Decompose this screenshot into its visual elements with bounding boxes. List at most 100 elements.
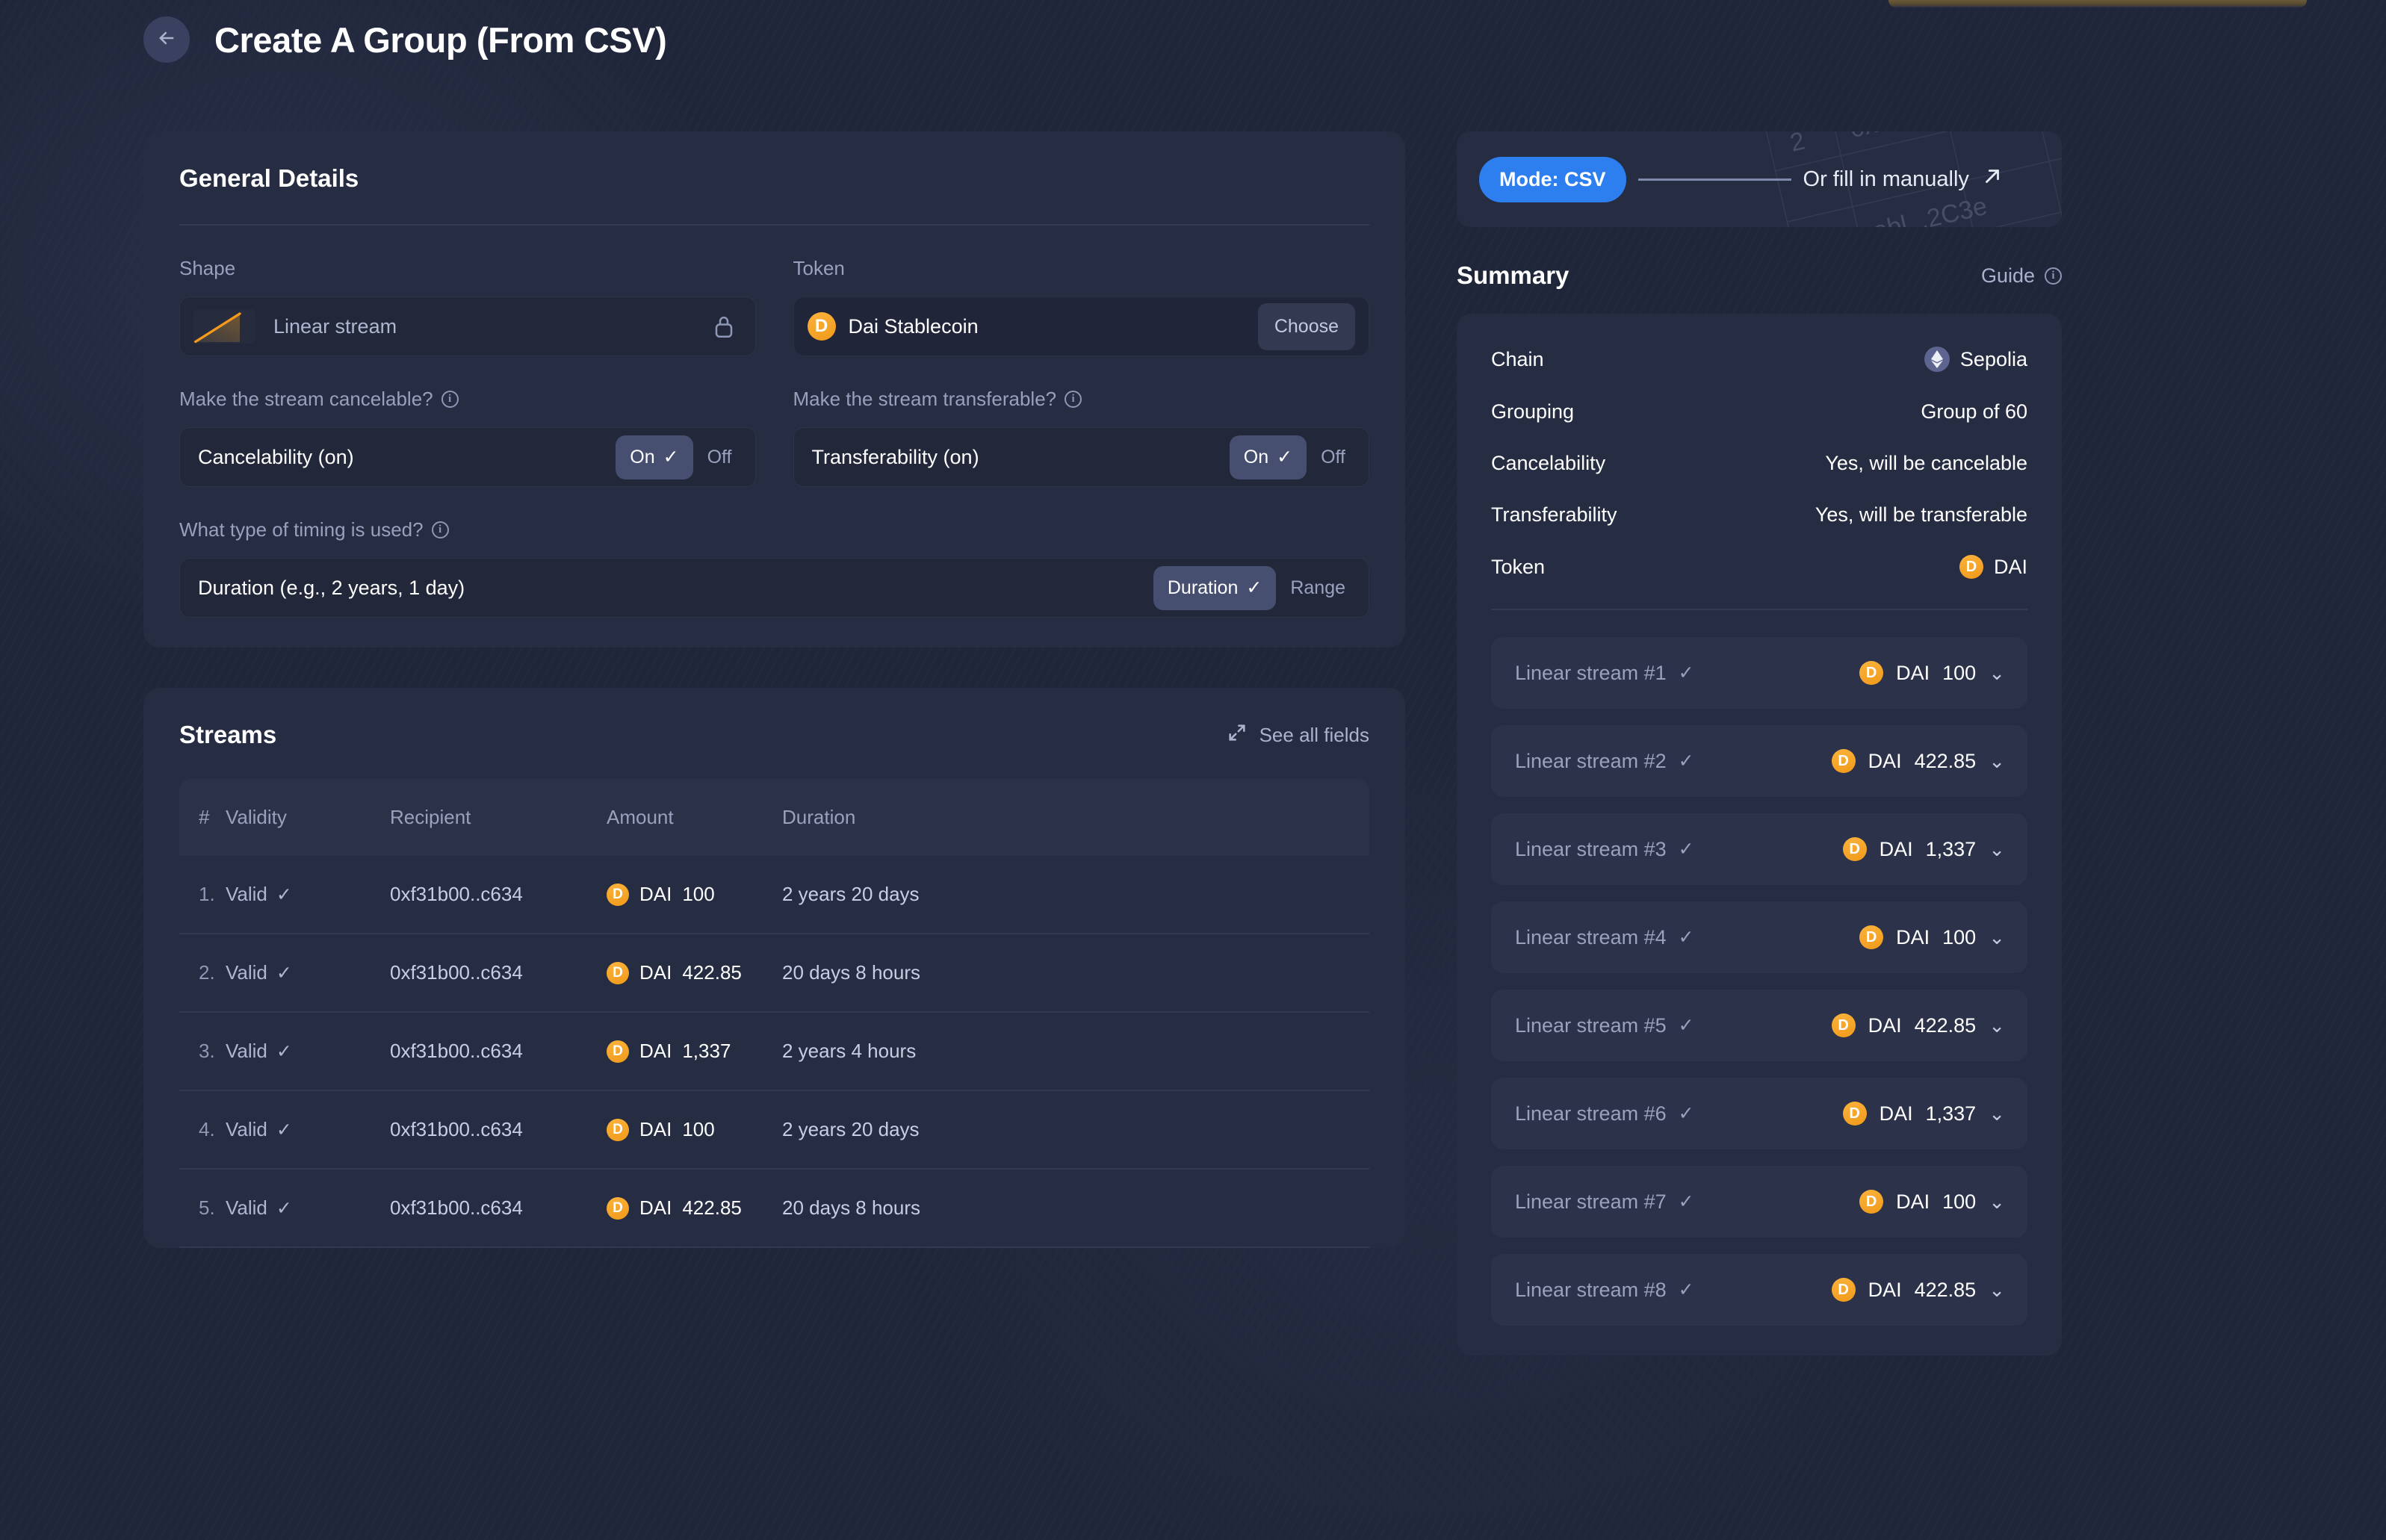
timing-range-label: Range xyxy=(1290,577,1345,598)
amount-value: 1,337 xyxy=(682,1040,731,1062)
table-row[interactable]: 5. Valid ✓ 0xf31b00..c634 D DAI 422.85 20 days … xyxy=(179,1169,1369,1248)
cancelable-control: Cancelability (on) On ✓ Off xyxy=(179,427,756,487)
summary-stream-item[interactable]: Linear stream #6 ✓ D DAI 1,337 ⌄ xyxy=(1491,1078,2027,1149)
summary-stream-item[interactable]: Linear stream #1 ✓ D DAI 100 ⌄ xyxy=(1491,637,2027,709)
row-amount: D DAI 100 xyxy=(607,856,782,934)
summary-stream-item[interactable]: Linear stream #5 ✓ D DAI 422.85 ⌄ xyxy=(1491,990,2027,1061)
timing-control: Duration (e.g., 2 years, 1 day) Duration… xyxy=(179,558,1369,618)
stream-item-label: Linear stream #5 xyxy=(1515,1013,1667,1037)
amount-value: 422.85 xyxy=(682,1196,742,1219)
stream-item-token: DAI xyxy=(1868,749,1902,772)
summary-stream-item[interactable]: Linear stream #3 ✓ D DAI 1,337 ⌄ xyxy=(1491,813,2027,885)
summary-value: Sepolia xyxy=(1924,347,2027,372)
transferable-control: Transferability (on) On ✓ Off xyxy=(793,427,1369,487)
stream-item-label: Linear stream #4 xyxy=(1515,925,1667,948)
transferable-off-option[interactable]: Off xyxy=(1307,435,1360,479)
stream-item-token: DAI xyxy=(1879,837,1913,860)
chevron-down-icon[interactable]: ⌄ xyxy=(1989,751,2005,771)
stream-item-label: Linear stream #8 xyxy=(1515,1278,1667,1301)
shape-input[interactable]: Linear stream xyxy=(179,296,756,356)
summary-title: Summary xyxy=(1457,261,1570,289)
timing-field: What type of timing is used? i Duration … xyxy=(179,518,1369,618)
col-recipient: Recipient xyxy=(390,779,607,856)
stream-item-token: DAI xyxy=(1868,1278,1902,1301)
mode-csv-pill[interactable]: Mode: CSV xyxy=(1479,156,1626,202)
row-duration: 2 years 20 days xyxy=(782,856,1369,934)
stream-item-amount: 100 xyxy=(1942,1190,1977,1213)
chevron-down-icon[interactable]: ⌄ xyxy=(1989,1104,2005,1123)
streams-header-row: # Validity Recipient Amount Duration xyxy=(179,779,1369,856)
check-icon: ✓ xyxy=(1678,1103,1694,1124)
summary-stream-item[interactable]: Linear stream #4 ✓ D DAI 100 ⌄ xyxy=(1491,901,2027,973)
chevron-down-icon[interactable]: ⌄ xyxy=(1989,839,2005,859)
see-all-fields-label: See all fields xyxy=(1259,723,1369,746)
transferable-value: Transferability (on) xyxy=(811,445,979,468)
table-row[interactable]: 2. Valid ✓ 0xf31b00..c634 D DAI 422.85 20 days … xyxy=(179,934,1369,1013)
transferable-on-option[interactable]: On ✓ xyxy=(1229,435,1307,479)
dai-coin-icon: D xyxy=(1959,555,1983,579)
stream-item-amount: 1,337 xyxy=(1925,837,1977,860)
cancelable-value: Cancelability (on) xyxy=(198,445,354,468)
row-validity: Valid ✓ xyxy=(226,856,390,934)
transferable-off-label: Off xyxy=(1321,446,1345,468)
timing-label: What type of timing is used? i xyxy=(179,518,1369,541)
check-icon: ✓ xyxy=(1246,577,1262,598)
stream-item-label: Linear stream #2 xyxy=(1515,749,1667,772)
summary-stream-item[interactable]: Linear stream #8 ✓ D DAI 422.85 ⌄ xyxy=(1491,1254,2027,1326)
summary-stream-item[interactable]: Linear stream #7 ✓ D DAI 100 ⌄ xyxy=(1491,1166,2027,1238)
guide-button[interactable]: Guide i xyxy=(1981,264,2062,288)
check-icon: ✓ xyxy=(276,962,292,984)
right-column: 2 0xA4.. abcd...78be 100 3 abl...2C3e 2.… xyxy=(1457,131,2062,1356)
row-index: 2. xyxy=(179,934,226,1013)
check-icon: ✓ xyxy=(663,446,679,468)
info-icon[interactable]: i xyxy=(441,391,459,408)
fill-in-manually-link[interactable]: Or fill in manually xyxy=(1803,165,2004,193)
summary-value-text: DAI xyxy=(1993,555,2027,578)
chevron-down-icon[interactable]: ⌄ xyxy=(1989,1192,2005,1211)
stream-item-token: DAI xyxy=(1896,661,1930,684)
stream-item-label: Linear stream #1 xyxy=(1515,661,1667,684)
summary-key: Chain xyxy=(1491,347,1544,370)
summary-row-transferability: Transferability Yes, will be transferabl… xyxy=(1491,503,2027,527)
amount-value: 100 xyxy=(682,883,715,905)
row-recipient: 0xf31b00..c634 xyxy=(390,1012,607,1091)
timing-duration-option[interactable]: Duration ✓ xyxy=(1153,565,1277,610)
streams-title: Streams xyxy=(179,721,277,748)
mode-banner: 2 0xA4.. abcd...78be 100 3 abl...2C3e 2.… xyxy=(1457,131,2062,227)
cancelable-on-option[interactable]: On ✓ xyxy=(616,435,693,479)
summary-row-token: Token D DAI xyxy=(1491,555,2027,579)
dai-coin-icon: D xyxy=(607,961,629,984)
table-row[interactable]: 1. Valid ✓ 0xf31b00..c634 D DAI 100 2 years 20 … xyxy=(179,856,1369,934)
timing-segmented-control: Duration ✓ Range xyxy=(1153,565,1360,610)
summary-stream-item[interactable]: Linear stream #2 ✓ D DAI 422.85 ⌄ xyxy=(1491,725,2027,797)
chevron-down-icon[interactable]: ⌄ xyxy=(1989,1280,2005,1300)
timing-range-option[interactable]: Range xyxy=(1276,566,1360,610)
see-all-fields-button[interactable]: See all fields xyxy=(1227,722,1369,748)
stream-item-amount: 422.85 xyxy=(1914,1278,1977,1301)
row-validity: Valid ✓ xyxy=(226,1090,390,1170)
info-icon[interactable]: i xyxy=(1065,391,1082,408)
chevron-down-icon[interactable]: ⌄ xyxy=(1989,928,2005,947)
chevron-down-icon[interactable]: ⌄ xyxy=(1989,663,2005,683)
stream-item-amount: 422.85 xyxy=(1914,749,1977,772)
token-input[interactable]: D Dai Stablecoin Choose xyxy=(793,296,1369,356)
row-recipient: 0xf31b00..c634 xyxy=(390,934,607,1013)
info-icon[interactable]: i xyxy=(431,521,449,538)
check-icon: ✓ xyxy=(276,1040,292,1062)
choose-token-button[interactable]: Choose xyxy=(1257,302,1355,350)
summary-row-grouping: Grouping Group of 60 xyxy=(1491,400,2027,423)
summary-stream-list: Linear stream #1 ✓ D DAI 100 ⌄ Linear stream #… xyxy=(1491,637,2027,1326)
dai-coin-icon: D xyxy=(1831,749,1856,773)
stream-item-amount: 100 xyxy=(1942,925,1977,948)
arrow-up-right-icon xyxy=(1981,165,2004,193)
cancelable-off-option[interactable]: Off xyxy=(693,435,746,479)
table-row[interactable]: 3. Valid ✓ 0xf31b00..c634 D DAI 1,337 2 years 4… xyxy=(179,1012,1369,1091)
table-row[interactable]: 4. Valid ✓ 0xf31b00..c634 D DAI 100 2 years 20 … xyxy=(179,1090,1369,1170)
transferable-on-label: On xyxy=(1243,446,1269,468)
chevron-down-icon[interactable]: ⌄ xyxy=(1989,1016,2005,1035)
row-duration: 2 years 20 days xyxy=(782,1090,1369,1170)
col-amount: Amount xyxy=(607,779,782,856)
row-recipient: 0xf31b00..c634 xyxy=(390,856,607,934)
amount-value: 100 xyxy=(682,1118,715,1140)
back-button[interactable] xyxy=(143,16,190,63)
